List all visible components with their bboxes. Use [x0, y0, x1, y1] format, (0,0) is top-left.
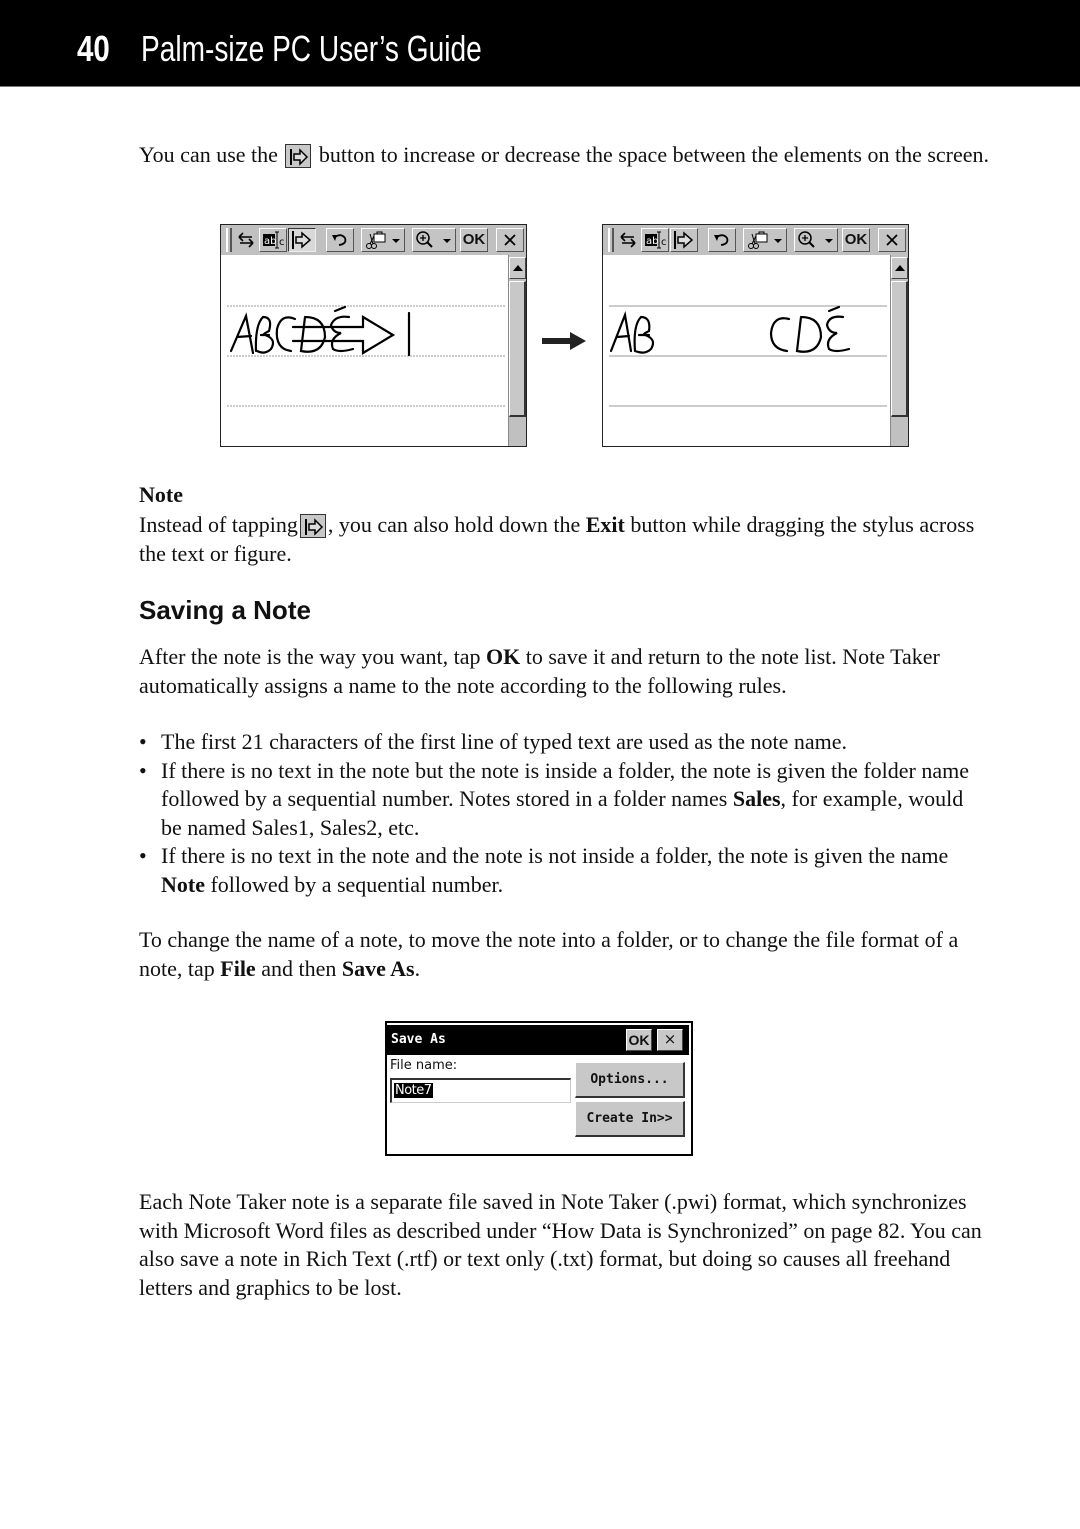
ok-button: OK — [842, 228, 870, 252]
pen-select-toggle-icon — [617, 230, 639, 255]
options-button: Options... — [575, 1062, 685, 1098]
note-screenshot-after: ab c OK — [602, 224, 909, 447]
cut-paste-menu-icon — [361, 228, 405, 252]
section-paragraph-1: After the note is the way you want, tap … — [139, 644, 940, 698]
list-item: • If there is no text in the note but th… — [139, 757, 970, 840]
ok-button: OK — [460, 228, 488, 252]
save-as-dialog: Save As OK × File name: Note7 Options...… — [385, 1021, 693, 1156]
space-insert-icon — [285, 144, 312, 168]
scroll-up-icon — [891, 257, 908, 279]
guide-title: Palm-size PC User’s Guide — [141, 28, 482, 69]
create-in-button: Create In>> — [575, 1101, 685, 1137]
page-number: 40 — [77, 28, 110, 69]
space-insert-icon — [288, 228, 316, 252]
list-item: • If there is no text in the note and th… — [139, 843, 949, 897]
section-paragraph-2: To change the name of a note, to move th… — [139, 927, 959, 981]
handwriting-ink — [609, 305, 851, 354]
intro-paragraph: You can use the button to increase or de… — [139, 142, 990, 168]
svg-text:c: c — [279, 237, 285, 248]
handwriting-ink — [229, 305, 411, 357]
page-header: 40 Palm-size PC User’s Guide — [0, 0, 1080, 86]
note-toolbar: ab c OK — [221, 225, 526, 255]
note-toolbar: ab c OK — [603, 225, 908, 255]
note-paragraph: Instead of tapping , you can also hold d… — [139, 512, 975, 566]
space-insert-icon — [670, 228, 698, 252]
writing-area — [603, 255, 889, 446]
pen-select-toggle-icon — [235, 230, 257, 255]
scroll-thumb — [509, 281, 526, 417]
note-screenshot-before: ab c OK — [220, 224, 527, 447]
undo-icon — [326, 228, 354, 252]
toolbar-grip — [226, 228, 232, 252]
section-heading: Saving a Note — [139, 595, 311, 625]
note-heading: Note — [139, 482, 183, 507]
close-icon — [878, 228, 906, 252]
zoom-menu-icon — [794, 228, 838, 252]
scroll-up-icon — [509, 257, 526, 279]
zoom-menu-icon — [412, 228, 456, 252]
close-icon — [496, 228, 524, 252]
svg-text:ab: ab — [646, 236, 658, 247]
scroll-thumb — [891, 281, 908, 417]
vertical-scrollbar — [508, 255, 526, 446]
toolbar-grip — [608, 228, 614, 252]
undo-icon — [708, 228, 736, 252]
text-select-icon: ab c — [259, 228, 287, 252]
svg-text:c: c — [661, 237, 667, 248]
dialog-ok-button: OK — [626, 1029, 652, 1051]
header-divider — [0, 86, 1080, 87]
section-paragraph-3: Each Note Taker note is a separate file … — [139, 1189, 982, 1300]
text-select-icon: ab c — [641, 228, 669, 252]
list-item: • The first 21 characters of the first l… — [139, 729, 848, 754]
cut-paste-menu-icon — [743, 228, 787, 252]
file-name-field: Note7 — [390, 1078, 571, 1103]
bullet-list: • The first 21 characters of the first l… — [139, 728, 989, 899]
dialog-title-bar: Save As OK × — [387, 1025, 689, 1055]
svg-text:ab: ab — [264, 236, 276, 247]
vertical-scrollbar — [890, 255, 908, 446]
file-name-label: File name: — [390, 1058, 458, 1073]
space-insert-icon — [299, 514, 326, 538]
close-icon: × — [657, 1029, 683, 1051]
right-arrow-icon — [540, 331, 588, 356]
dialog-title: Save As — [391, 1032, 446, 1047]
writing-area — [221, 255, 507, 446]
